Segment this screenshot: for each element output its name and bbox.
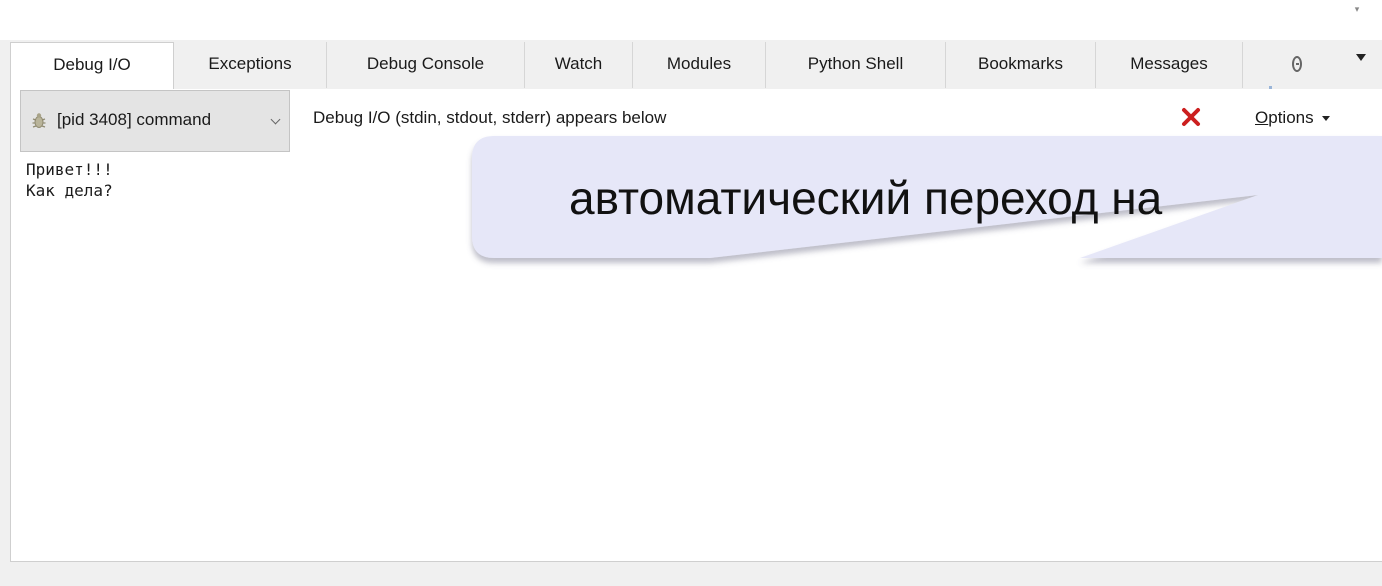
close-x-icon[interactable] [1180,106,1202,128]
top-strip: ▾ [0,0,1382,40]
panel-caption: Debug I/O (stdin, stdout, stderr) appear… [313,108,667,127]
debug-io-output-area[interactable] [10,89,1382,562]
tab-exceptions[interactable]: Exceptions [174,42,327,88]
options-label: ptions [1268,108,1314,127]
tab-messages[interactable]: Messages [1096,42,1243,88]
corner-dropdown-icon[interactable]: ▾ [1350,2,1364,16]
output-line: Привет!!! [26,160,113,179]
tab-bookmarks[interactable]: Bookmarks [946,42,1096,88]
process-select-value: [pid 3408] command [57,110,212,129]
options-button[interactable]: Options [1255,108,1330,128]
tab-modules[interactable]: Modules [633,42,766,88]
tab-overflow-menu-icon[interactable] [1356,54,1366,61]
output-line: Как дела? [26,181,113,200]
chevron-down-icon [1321,116,1330,122]
chevron-down-icon [270,114,281,125]
tab-debug-io[interactable]: Debug I/O [10,42,174,90]
options-mnemonic: O [1255,108,1269,127]
tab-watch[interactable]: Watch [525,42,633,88]
process-select[interactable]: [pid 3408] command [20,90,290,152]
bug-icon [32,113,46,128]
bottom-strip [0,563,1382,586]
tab-python-shell[interactable]: Python Shell [766,42,946,88]
callout-text: автоматический переход на [569,172,1163,224]
tool-tab-bar: Debug I/O Exceptions Debug Console Watch… [10,42,1382,104]
clock-icon[interactable] [1292,56,1302,72]
tab-debug-console[interactable]: Debug Console [327,42,525,88]
wing-ide-debug-io-panel: ▾ Debug I/O Exceptions Debug Console Wat… [0,0,1382,586]
